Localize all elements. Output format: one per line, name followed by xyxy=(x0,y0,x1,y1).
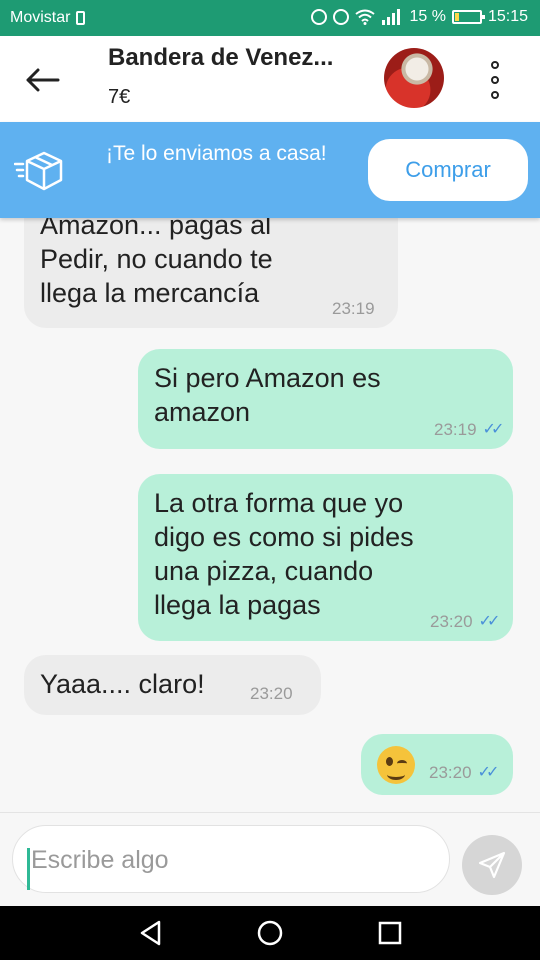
status-bar: Movistar 15 % 15:15 xyxy=(0,0,540,36)
navigation-bar xyxy=(0,906,540,960)
battery-percent: 15 % xyxy=(409,8,446,25)
message-input-wrapper[interactable] xyxy=(12,825,450,893)
signal-icon xyxy=(382,9,401,25)
message-outgoing[interactable]: 23:20 ✓✓ xyxy=(361,734,513,795)
circle-home-icon xyxy=(257,920,283,946)
send-button[interactable] xyxy=(462,835,522,895)
double-check-icon: ✓✓ xyxy=(482,421,505,438)
square-recents-icon xyxy=(378,921,402,945)
message-list[interactable]: Amazon... pagas al Pedir, no cuando te l… xyxy=(0,218,540,812)
alarm-icon xyxy=(333,9,350,25)
nav-home-button[interactable] xyxy=(255,918,285,948)
message-time: 23:19 xyxy=(332,299,375,318)
chat-header: Bandera de Venez... 7€ xyxy=(0,36,540,122)
send-icon xyxy=(478,851,506,879)
triangle-back-icon xyxy=(140,920,161,946)
message-incoming[interactable]: Yaaa.... claro! 23:20 xyxy=(24,655,321,715)
message-text: Amazon... pagas al Pedir, no cuando te l… xyxy=(40,218,273,308)
battery-icon xyxy=(451,10,485,24)
status-right: 15 % 15:15 xyxy=(311,8,528,26)
product-price: 7€ xyxy=(108,86,131,108)
back-button[interactable] xyxy=(18,56,66,104)
nav-back-button[interactable] xyxy=(136,918,166,948)
message-text: La otra forma que yo digo es como si pid… xyxy=(154,488,414,620)
message-input[interactable] xyxy=(29,836,443,884)
buy-button[interactable]: Comprar xyxy=(368,139,528,201)
data-saver-icon xyxy=(311,9,328,25)
winking-face-icon xyxy=(377,746,415,784)
message-composer xyxy=(0,812,540,907)
carrier-label: Movistar xyxy=(10,9,71,26)
avatar[interactable] xyxy=(384,48,444,108)
delivery-box-icon xyxy=(14,151,63,191)
clock: 15:15 xyxy=(487,8,528,25)
message-incoming[interactable]: Amazon... pagas al Pedir, no cuando te l… xyxy=(24,218,398,328)
double-check-icon: ✓✓ xyxy=(478,613,501,630)
message-outgoing[interactable]: La otra forma que yo digo es como si pid… xyxy=(138,474,513,641)
arrow-left-icon xyxy=(26,68,60,92)
sim-icon xyxy=(76,11,86,25)
double-check-icon: ✓✓ xyxy=(477,764,500,781)
product-title[interactable]: Bandera de Venez... xyxy=(108,44,376,72)
message-outgoing[interactable]: Si pero Amazon es amazon 23:19 ✓✓ xyxy=(138,349,513,449)
message-time: 23:19 ✓✓ xyxy=(434,413,505,447)
wifi-icon xyxy=(355,9,376,25)
message-time: 23:20 ✓✓ xyxy=(430,605,501,639)
status-left: Movistar xyxy=(10,9,86,27)
message-time: 23:20 ✓✓ xyxy=(429,756,500,790)
nav-recents-button[interactable] xyxy=(375,918,405,948)
banner-text: ¡Te lo enviamos a casa! xyxy=(106,142,327,165)
message-time: 23:20 xyxy=(250,684,293,703)
shipping-banner: ¡Te lo enviamos a casa! Comprar xyxy=(0,122,540,218)
more-vert-icon[interactable] xyxy=(478,56,512,104)
